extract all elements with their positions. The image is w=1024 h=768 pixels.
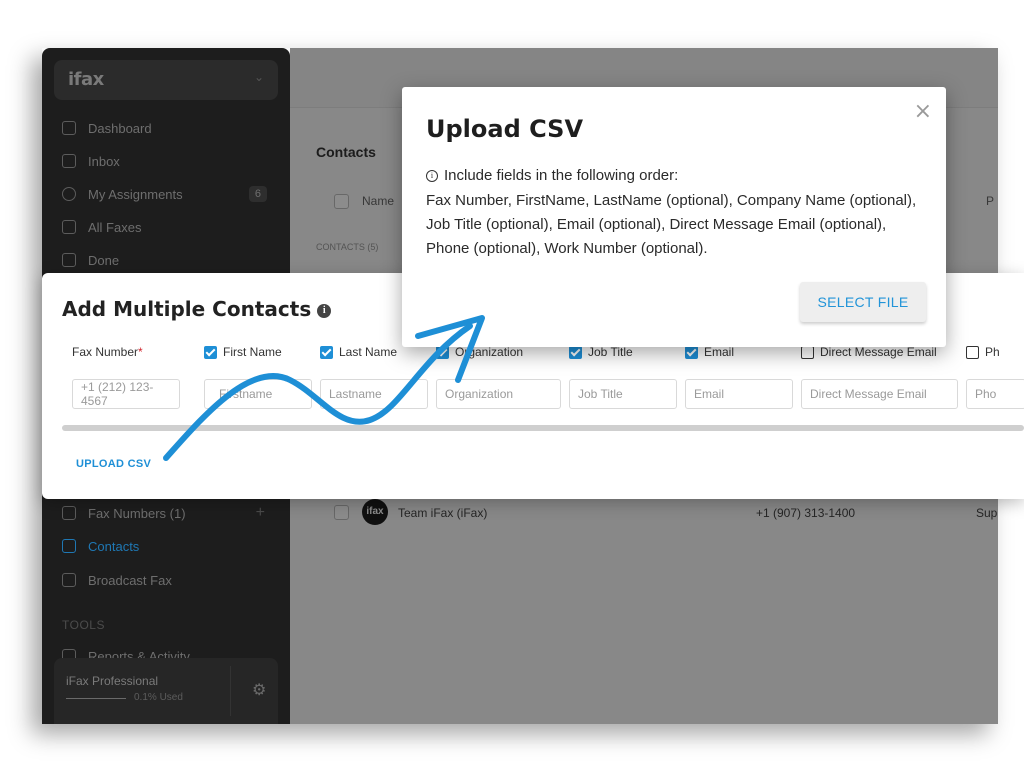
phone-input[interactable]: Pho — [966, 379, 1024, 409]
gear-icon[interactable]: ⚙ — [252, 680, 266, 700]
tools-section-label: TOOLS — [62, 618, 105, 632]
modal-hint: i Include fields in the following order: — [426, 167, 678, 184]
field-label-text: Fax Number — [72, 345, 139, 359]
plan-panel: iFax Professional 0.1% Used ⚙ — [54, 658, 278, 724]
field-label-text: Direct Message Email — [820, 345, 937, 359]
logo: ifax — [68, 69, 104, 90]
grid-icon — [62, 506, 76, 520]
sidebar-item-label: Inbox — [88, 153, 120, 169]
usage-text: 0.1% Used — [134, 692, 183, 703]
sidebar-item-label: Done — [88, 252, 120, 268]
sidebar-item-inbox[interactable]: Inbox — [62, 149, 277, 173]
direct-message-email-toggle[interactable]: Direct Message Email — [801, 345, 937, 359]
last-name-toggle[interactable]: Last Name — [320, 345, 397, 359]
panel-title: Add Multiple Contacts i — [62, 297, 332, 321]
checkbox-checked-icon[interactable] — [569, 345, 582, 359]
field-label-text: Organization — [455, 345, 524, 359]
direct-message-email-input[interactable]: Direct Message Email — [801, 379, 958, 409]
checkbox-checked-icon[interactable] — [204, 345, 217, 359]
modal-hint-text: Include fields in the following order: — [444, 167, 679, 184]
checkbox-checked-icon[interactable] — [436, 345, 449, 359]
sidebar-item-broadcast-fax[interactable]: Broadcast Fax — [62, 568, 277, 592]
upload-csv-link[interactable]: UPLOAD CSV — [76, 458, 151, 470]
usage-bar — [66, 698, 126, 699]
first-name-input[interactable]: Firstname — [204, 379, 312, 409]
sidebar-item-my-assignments[interactable]: My Assignments 6 — [62, 182, 277, 206]
sidebar-item-label: Fax Numbers (1) — [88, 505, 186, 521]
sidebar-item-label: All Faxes — [88, 219, 142, 235]
organization-input[interactable]: Organization — [436, 379, 561, 409]
required-marker: * — [138, 345, 143, 359]
checkbox-checked-icon[interactable] — [685, 345, 698, 359]
divider — [230, 666, 231, 716]
inbox-icon — [62, 154, 76, 168]
job-title-toggle[interactable]: Job Title — [569, 345, 633, 359]
checkbox-checked-icon[interactable] — [320, 345, 333, 359]
email-input[interactable]: Email — [685, 379, 793, 409]
upload-csv-modal: Upload CSV × i Include fields in the fol… — [402, 87, 946, 347]
checkbox-unchecked-icon[interactable] — [801, 345, 814, 359]
sidebar-item-fax-numbers[interactable]: Fax Numbers (1) + — [62, 501, 277, 525]
field-label-text: First Name — [223, 345, 282, 359]
count-badge: 6 — [248, 186, 267, 202]
checkbox-unchecked-icon[interactable] — [966, 345, 979, 359]
sidebar-item-label: Dashboard — [88, 120, 152, 136]
email-toggle[interactable]: Email — [685, 345, 734, 359]
sidebar-item-all-faxes[interactable]: All Faxes — [62, 215, 277, 239]
sidebar-item-label: My Assignments — [88, 186, 183, 202]
done-icon — [62, 253, 76, 267]
field-label-text: Last Name — [339, 345, 398, 359]
field-label-text: Job Title — [588, 345, 633, 359]
modal-body-text: Fax Number, FirstName, LastName (optiona… — [426, 192, 917, 257]
close-icon[interactable]: × — [914, 99, 932, 124]
sidebar-item-contacts[interactable]: Contacts — [62, 534, 277, 558]
sidebar-item-label: Contacts — [88, 538, 140, 554]
phone-toggle[interactable]: Ph — [966, 345, 1000, 359]
sidebar-item-label: Broadcast Fax — [88, 572, 172, 588]
plus-icon[interactable]: + — [256, 504, 265, 522]
sidebar-item-done[interactable]: Done — [62, 248, 277, 272]
plan-name: iFax Professional — [66, 674, 159, 688]
last-name-input[interactable]: Lastname — [320, 379, 428, 409]
organization-toggle[interactable]: Organization — [436, 345, 523, 359]
workspace-switcher[interactable]: ifax ⌄ — [54, 60, 278, 100]
first-name-toggle[interactable]: First Name — [204, 345, 282, 359]
fax-number-label: Fax Number * — [72, 345, 143, 359]
megaphone-icon — [62, 573, 76, 587]
contacts-icon — [62, 539, 76, 553]
printer-icon — [62, 220, 76, 234]
info-icon: i — [426, 169, 438, 182]
home-icon — [62, 121, 76, 135]
fax-number-input[interactable]: +1 (212) 123-4567 — [72, 379, 180, 409]
job-title-input[interactable]: Job Title — [569, 379, 677, 409]
chevron-down-icon: ⌄ — [253, 70, 264, 84]
assignments-icon — [62, 187, 76, 201]
modal-title: Upload CSV — [426, 115, 584, 143]
horizontal-scrollbar[interactable] — [62, 425, 1024, 431]
sidebar-item-dashboard[interactable]: Dashboard — [62, 116, 277, 140]
panel-title-text: Add Multiple Contacts — [62, 297, 312, 321]
select-file-button[interactable]: SELECT FILE — [800, 282, 926, 322]
field-label-text: Ph — [985, 345, 1000, 359]
info-icon[interactable]: i — [317, 303, 332, 318]
field-label-text: Email — [704, 345, 735, 359]
